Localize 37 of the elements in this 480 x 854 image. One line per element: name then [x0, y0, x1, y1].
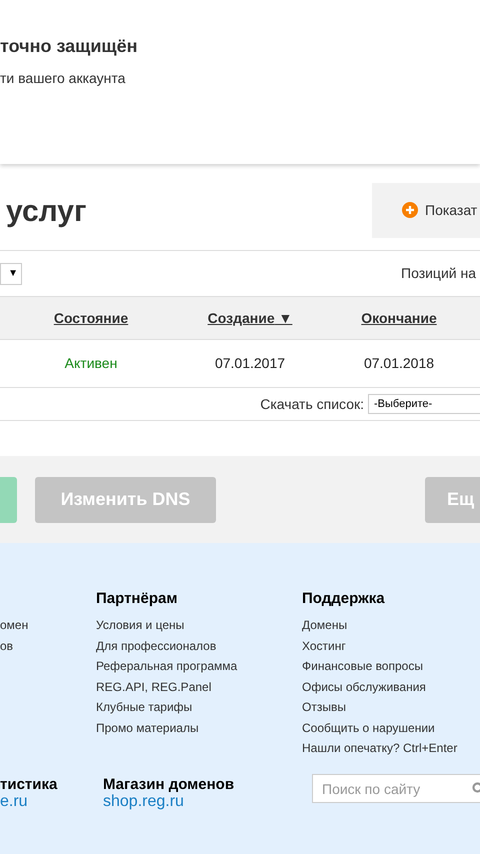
download-label: Скачать список:	[260, 394, 364, 414]
footer-heading: Поддержка	[302, 590, 386, 609]
footer-link[interactable]: Офисы обслуживания	[302, 676, 426, 697]
footer-heading: Партнёрам	[96, 590, 178, 609]
per-page-label: Позиций на	[401, 264, 477, 283]
footer-link[interactable]: Условия и цены	[96, 615, 184, 636]
page-title: услуг	[5, 194, 86, 230]
promo-link[interactable]: shop.reg.ru	[103, 793, 184, 811]
footer-link[interactable]: омен	[0, 615, 28, 636]
promo-title: тистика	[0, 777, 58, 793]
footer-link[interactable]: Финансовые вопросы	[302, 656, 423, 676]
table-cell-text: 07.01.2017	[214, 354, 286, 373]
column-header[interactable]: Окончание	[361, 308, 437, 328]
footer-link[interactable]: REG.API, REG.Panel	[96, 676, 212, 697]
footer-link[interactable]: Домены	[302, 615, 348, 636]
footer-link[interactable]: Хостинг	[302, 636, 346, 656]
footer-link[interactable]: Промо материалы	[96, 718, 199, 738]
status-text: Активен	[64, 354, 118, 373]
filter-select[interactable]: ▼	[0, 262, 22, 284]
footer-link[interactable]: Реферальная программа	[96, 656, 238, 676]
footer-link[interactable]: Клубные тарифы	[96, 697, 192, 718]
footer-link[interactable]: Сообщить о нарушении	[302, 718, 435, 738]
notice-text: ти вашего аккаунта	[0, 69, 126, 87]
notice-title: точно защищён	[0, 35, 138, 58]
plus-icon	[402, 202, 418, 218]
download-select[interactable]: -Выберите-	[368, 394, 480, 414]
promo-link[interactable]: e.ru	[0, 793, 28, 811]
footer-link[interactable]: Для профессионалов	[96, 636, 216, 656]
column-header[interactable]: Создание ▼	[208, 308, 292, 328]
footer-link[interactable]: ов	[0, 636, 14, 656]
column-header[interactable]: Состояние	[54, 308, 128, 328]
table-cell-text: 07.01.2018	[364, 354, 434, 373]
show-button[interactable]: Показат	[372, 182, 480, 238]
footer-link[interactable]: Нашли опечатку? Ctrl+Enter	[302, 738, 458, 758]
search-field[interactable]: Поиск по сайту	[312, 774, 480, 803]
footer-link[interactable]: Отзывы	[302, 697, 346, 718]
promo-title: Магазин доменов	[103, 777, 236, 793]
